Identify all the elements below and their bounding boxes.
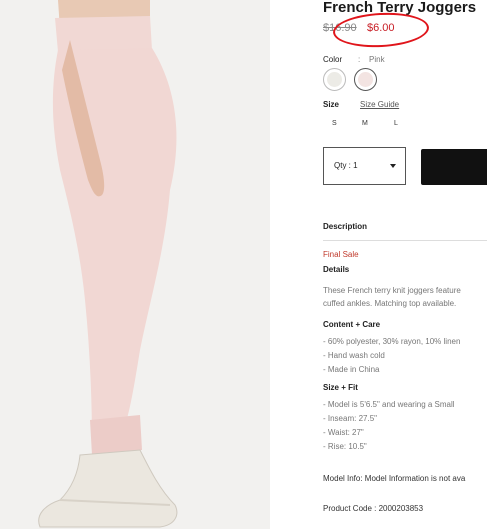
product-code: Product Code : 2000203853: [323, 504, 424, 513]
list-item: - Model is 5'6.5" and wearing a Small: [323, 400, 455, 409]
size-option-l[interactable]: L: [394, 120, 398, 127]
list-item: - Waist: 27": [323, 428, 364, 437]
price-highlight-circle: [332, 10, 430, 50]
size-guide-link[interactable]: Size Guide: [360, 100, 399, 109]
size-label: Size: [323, 100, 340, 109]
final-sale-label: Final Sale: [323, 250, 359, 259]
product-image: [0, 0, 272, 529]
details-heading: Details: [323, 265, 350, 274]
content-care-heading: Content + Care: [323, 320, 381, 329]
size-fit-list: - Model is 5'6.5" and wearing a Small - …: [323, 398, 455, 454]
list-item: - Hand wash cold: [323, 351, 385, 360]
content-care-list: - 60% polyester, 30% rayon, 10% linen - …: [323, 335, 460, 377]
color-swatch-pink[interactable]: [354, 68, 377, 91]
size-option-m[interactable]: M: [362, 120, 368, 127]
list-item: - Inseam: 27.5": [323, 414, 377, 423]
model-jogger-illustration: [0, 0, 272, 529]
model-info: Model Info: Model Information is not ava: [323, 474, 466, 483]
quantity-label: Qty : 1: [334, 161, 358, 170]
color-label: Color: [323, 55, 343, 64]
details-line: cuffed ankles. Matching top available.: [323, 299, 457, 308]
color-separator: :: [358, 55, 361, 64]
size-option-s[interactable]: S: [332, 120, 337, 127]
list-item: - 60% polyester, 30% rayon, 10% linen: [323, 337, 461, 346]
chevron-down-icon: [390, 164, 396, 168]
list-item: - Rise: 10.5": [323, 442, 367, 451]
add-to-bag-button[interactable]: [421, 149, 487, 185]
details-text: These French terry knit joggers feature …: [323, 284, 461, 310]
selected-color: Pink: [369, 55, 385, 64]
size-fit-heading: Size + Fit: [323, 383, 358, 392]
list-item: - Made in China: [323, 365, 380, 374]
quantity-select[interactable]: Qty : 1: [323, 147, 406, 185]
details-line: These French terry knit joggers feature: [323, 286, 461, 295]
color-swatch-cream[interactable]: [323, 68, 346, 91]
divider: [323, 240, 487, 241]
description-heading[interactable]: Description: [323, 222, 367, 231]
